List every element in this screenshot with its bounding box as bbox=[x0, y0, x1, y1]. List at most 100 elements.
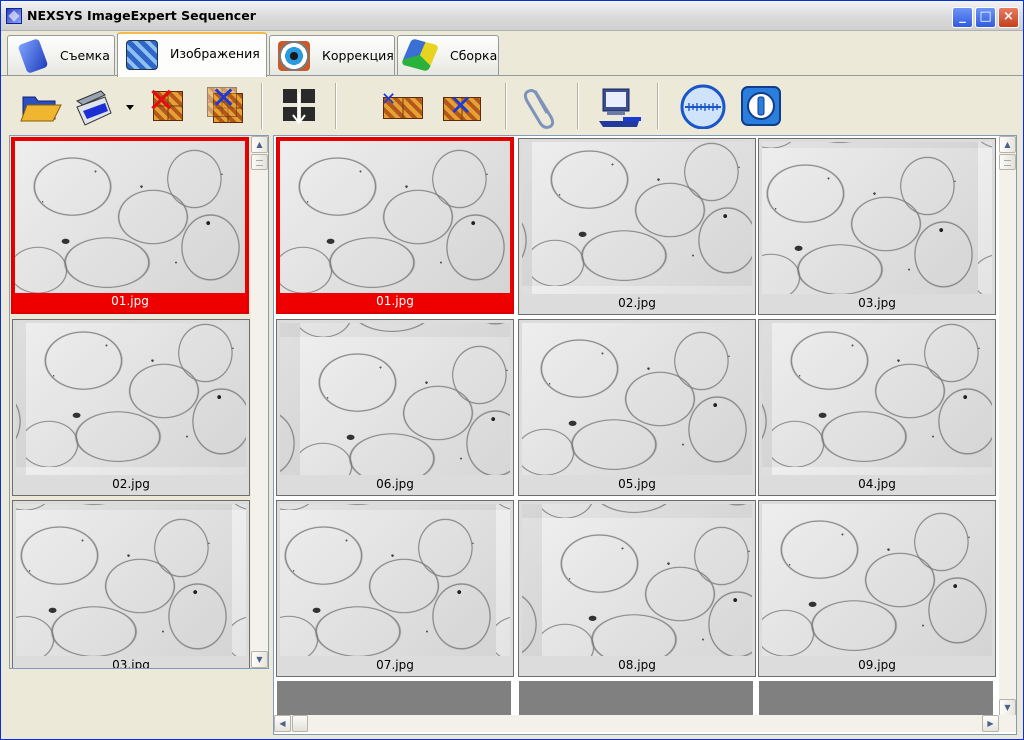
list-item[interactable]: 02.jpg bbox=[12, 319, 250, 496]
grid-item[interactable]: 01.jpg bbox=[276, 137, 514, 314]
tab-correction[interactable]: Коррекция bbox=[269, 35, 395, 75]
grid-item-label: 07.jpg bbox=[376, 658, 414, 672]
remove-selected-button[interactable]: ✕ bbox=[381, 83, 427, 131]
grid-vertical-scrollbar[interactable]: ▲ ▼ bbox=[999, 136, 1016, 716]
thumbnail-image bbox=[762, 504, 992, 656]
thumbnail-image bbox=[15, 141, 245, 293]
left-vertical-scrollbar[interactable]: ▲ ▼ bbox=[251, 136, 268, 668]
empty-grid-slot bbox=[519, 681, 753, 715]
thumbnail-image bbox=[280, 504, 510, 656]
tab-assembly[interactable]: Сборка bbox=[397, 35, 499, 75]
blue-small-x-icon: ✕ bbox=[381, 89, 397, 110]
grid-item[interactable]: 06.jpg bbox=[276, 319, 514, 496]
grid-horizontal-scrollbar[interactable]: ◀ ▶ bbox=[274, 715, 1016, 732]
scroll-up-button[interactable]: ▲ bbox=[999, 136, 1016, 153]
tab-images-label: Изображения bbox=[170, 46, 260, 61]
red-x-icon: ✕ bbox=[147, 81, 176, 121]
grid-item[interactable]: 05.jpg bbox=[518, 319, 756, 496]
scroll-thumb[interactable] bbox=[251, 154, 268, 170]
app-icon bbox=[6, 8, 22, 24]
title-bar[interactable]: NEXSYS ImageExpert Sequencer _ □ × bbox=[1, 1, 1023, 31]
grid-item-label: 05.jpg bbox=[618, 477, 656, 491]
delete-all-button[interactable]: ✕ bbox=[203, 81, 249, 131]
scroll-down-button[interactable]: ▼ bbox=[999, 699, 1016, 716]
grid-item[interactable]: 02.jpg bbox=[518, 138, 756, 315]
image-list[interactable]: 01.jpg 02.jpg 03.jpg ▲ ▼ bbox=[9, 135, 269, 669]
blue-x-icon: ✕ bbox=[211, 81, 237, 116]
arrange-icon bbox=[283, 89, 315, 125]
remove-cross-button[interactable]: ✕ bbox=[439, 83, 485, 131]
thumbnail-image bbox=[522, 504, 752, 656]
scroll-down-button[interactable]: ▼ bbox=[251, 651, 268, 668]
arrange-button[interactable] bbox=[277, 83, 323, 131]
thumbnail-image bbox=[280, 141, 510, 293]
close-button[interactable]: × bbox=[998, 7, 1019, 28]
tab-strip: Съемка Изображения Коррекция Сборка bbox=[1, 32, 1023, 77]
grid-item[interactable]: 08.jpg bbox=[518, 500, 756, 677]
grid-item-label: 09.jpg bbox=[858, 658, 896, 672]
list-item-label: 01.jpg bbox=[111, 294, 149, 308]
list-item[interactable]: 03.jpg bbox=[12, 500, 250, 669]
info-button[interactable] bbox=[739, 83, 785, 131]
scale-button[interactable] bbox=[677, 83, 729, 131]
tab-assembly-label: Сборка bbox=[450, 48, 498, 63]
list-item-label: 02.jpg bbox=[112, 477, 150, 491]
tab-capture-label: Съемка bbox=[60, 48, 110, 63]
toolbar-separator bbox=[505, 83, 507, 129]
maximize-button[interactable]: □ bbox=[975, 7, 996, 28]
open-folder-button[interactable] bbox=[17, 83, 63, 131]
list-item-label: 03.jpg bbox=[112, 658, 150, 669]
blue-big-x-icon: ✕ bbox=[449, 89, 473, 122]
grid-item-label: 02.jpg bbox=[618, 296, 656, 310]
images-icon bbox=[126, 40, 158, 70]
grid-item-label: 08.jpg bbox=[618, 658, 656, 672]
thumbnail-image bbox=[522, 323, 752, 475]
delete-image-button[interactable]: ✕ bbox=[145, 81, 191, 131]
empty-grid-slot bbox=[277, 681, 511, 715]
grid-item[interactable]: 09.jpg bbox=[758, 500, 996, 677]
grid-item[interactable]: 07.jpg bbox=[276, 500, 514, 677]
toolbar-separator bbox=[335, 83, 337, 129]
list-item[interactable]: 01.jpg bbox=[11, 137, 249, 314]
grid-item[interactable]: 03.jpg bbox=[758, 138, 996, 315]
toolbar: ✕ ✕ ✕ ✕ bbox=[1, 77, 1023, 135]
scanner-button[interactable] bbox=[71, 83, 117, 131]
image-grid-panel: 01.jpg 02.jpg 03.jpg 06.jpg 05.jpg 04.jp… bbox=[273, 135, 1017, 735]
computer-wrench-icon bbox=[599, 88, 641, 127]
thumbnail-image bbox=[762, 142, 992, 294]
grid-item[interactable]: 04.jpg bbox=[758, 319, 996, 496]
app-window: NEXSYS ImageExpert Sequencer _ □ × Съемк… bbox=[0, 0, 1024, 740]
grid-item-label: 03.jpg bbox=[858, 296, 896, 310]
empty-grid-slot bbox=[759, 681, 993, 715]
folder-open-icon bbox=[20, 96, 62, 122]
cube-icon bbox=[400, 38, 440, 72]
scroll-right-button[interactable]: ▶ bbox=[982, 715, 999, 732]
grid-item-label: 04.jpg bbox=[858, 477, 896, 491]
camera-icon bbox=[17, 38, 49, 74]
scroll-thumb[interactable] bbox=[999, 154, 1016, 170]
thumbnail-image bbox=[762, 323, 992, 475]
thumbnail-image bbox=[522, 142, 752, 294]
grid-item-label: 01.jpg bbox=[376, 294, 414, 308]
scroll-left-button[interactable]: ◀ bbox=[274, 715, 291, 732]
window-title: NEXSYS ImageExpert Sequencer bbox=[27, 8, 256, 23]
toolbar-separator bbox=[577, 83, 579, 129]
minimize-button[interactable]: _ bbox=[952, 7, 973, 28]
tab-images[interactable]: Изображения bbox=[117, 32, 267, 77]
info-icon bbox=[741, 86, 781, 126]
left-panel: 01.jpg 02.jpg 03.jpg ▲ ▼ bbox=[9, 135, 269, 735]
scanner-icon bbox=[75, 90, 112, 126]
toolbar-separator bbox=[261, 83, 263, 129]
tab-correction-label: Коррекция bbox=[322, 48, 394, 63]
thumbnail-image bbox=[16, 323, 246, 475]
thumbnail-image bbox=[280, 323, 510, 475]
attach-button[interactable] bbox=[521, 83, 567, 131]
grid-item-label: 06.jpg bbox=[376, 477, 414, 491]
scroll-up-button[interactable]: ▲ bbox=[251, 136, 268, 153]
computer-settings-button[interactable] bbox=[595, 83, 641, 131]
scanner-dropdown-button[interactable] bbox=[123, 83, 137, 131]
horizontal-scroll-thumb[interactable] bbox=[292, 715, 308, 732]
thumbnail-image bbox=[16, 504, 246, 656]
ruler-scale-icon bbox=[680, 84, 726, 130]
tab-capture[interactable]: Съемка bbox=[7, 35, 115, 75]
